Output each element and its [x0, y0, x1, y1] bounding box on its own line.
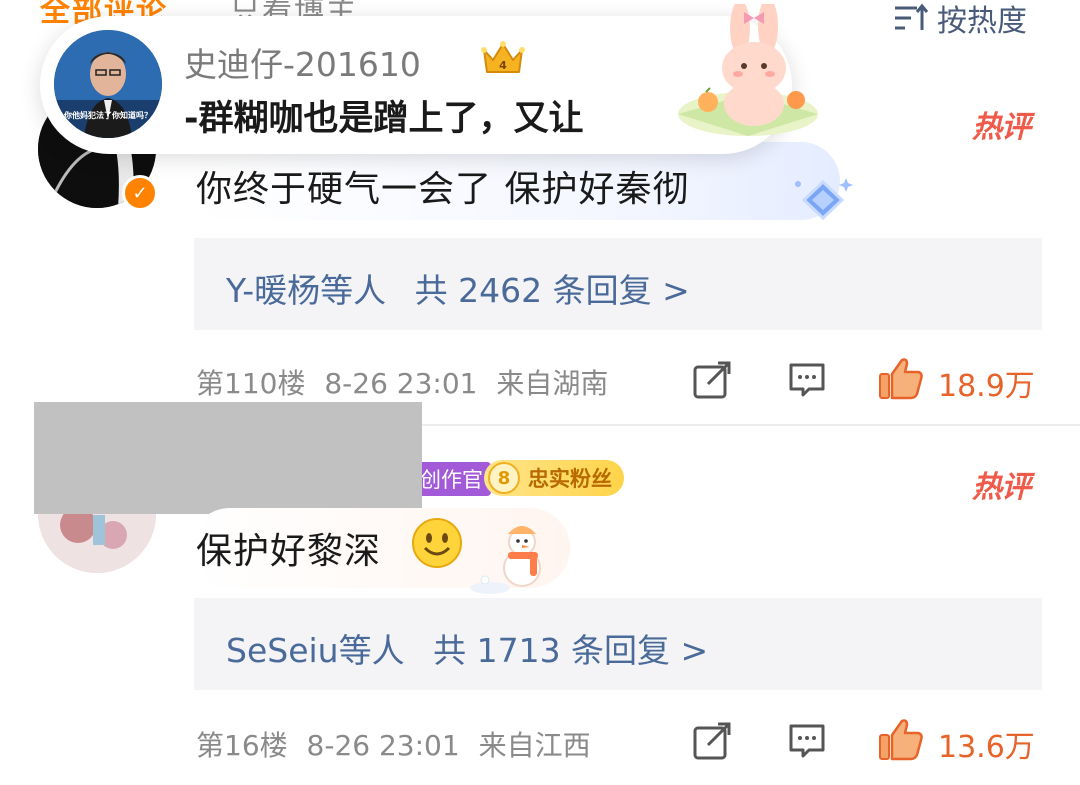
crown-icon: 4	[481, 41, 525, 73]
gem-icon	[795, 178, 853, 221]
reply-count: 共 2462 条回复 >	[414, 271, 690, 310]
floor-number: 第16楼	[196, 729, 288, 762]
bunny-decoration	[678, 4, 818, 136]
fan-level: 8	[488, 462, 520, 494]
comment-icon[interactable]	[787, 360, 827, 400]
sort-button[interactable]: 按热度	[893, 0, 1027, 39]
comment-icon[interactable]	[787, 721, 827, 761]
banner-avatar-caption: 你他妈犯法了你知道吗？	[64, 111, 152, 120]
hot-comment-badge: 热评	[972, 110, 1031, 145]
comment-location: 来自湖南	[496, 367, 609, 400]
share-icon[interactable]	[692, 721, 732, 761]
like-count: 18.9万	[938, 369, 1035, 404]
snowman-decoration	[470, 526, 541, 594]
reply-users: SeSeiu等人	[226, 631, 405, 670]
verified-icon: ✓	[122, 175, 158, 211]
banner-avatar-image	[54, 30, 162, 138]
like-icon[interactable]	[878, 356, 924, 400]
creator-badge: 创作官	[414, 462, 491, 496]
comment-meta: 第16楼 8-26 23:01 来自江西	[196, 724, 591, 764]
share-icon[interactable]	[692, 360, 732, 400]
comment-text: 保护好黎深	[196, 531, 382, 572]
fan-label: 忠实粉丝	[528, 467, 612, 491]
replies-link[interactable]: Y-暖杨等人 共 2462 条回复 >	[194, 238, 1042, 330]
replies-link[interactable]: SeSeiu等人 共 1713 条回复 >	[194, 598, 1042, 690]
floating-user-banner[interactable]: 你他妈犯法了你知道吗？ 史迪仔-201610 4 -群糊咖也是蹭上了，又让	[40, 4, 818, 154]
sort-icon	[895, 3, 929, 30]
like-count: 13.6万	[938, 730, 1035, 765]
svg-text:4: 4	[499, 59, 507, 72]
reply-count: 共 1713 条回复 >	[433, 631, 709, 670]
comment-time: 8-26 23:01	[306, 729, 460, 762]
redacted-username	[34, 402, 422, 514]
comment-text: 你终于硬气一会了 保护好秦彻	[196, 169, 690, 210]
hot-comment-badge: 热评	[972, 470, 1031, 505]
like-icon[interactable]	[878, 717, 924, 761]
banner-username[interactable]: 史迪仔-201610	[184, 38, 421, 86]
sort-label: 按热度	[937, 4, 1027, 39]
banner-avatar[interactable]: 你他妈犯法了你知道吗？	[54, 30, 162, 138]
floor-number: 第110楼	[196, 367, 306, 400]
banner-text: -群糊咖也是蹭上了，又让	[184, 99, 584, 139]
fan-badge: 8 忠实粉丝	[484, 460, 624, 496]
comment-time: 8-26 23:01	[324, 367, 478, 400]
smile-icon	[412, 518, 462, 568]
reply-users: Y-暖杨等人	[226, 271, 387, 310]
comment-meta: 第110楼 8-26 23:01 来自湖南	[196, 362, 608, 402]
comment-location: 来自江西	[478, 729, 591, 762]
